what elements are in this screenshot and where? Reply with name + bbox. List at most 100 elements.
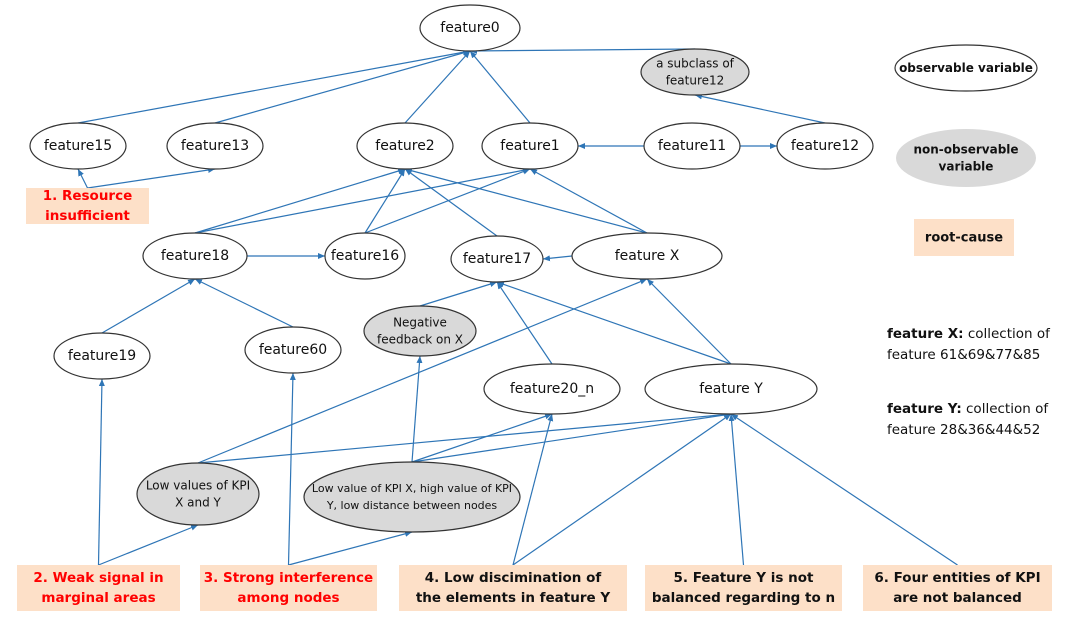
edge-lowhigh-to-feature20n xyxy=(411,413,553,463)
node-featureX[interactable]: feature X xyxy=(571,232,723,280)
edge-featureY-to-feature17 xyxy=(496,281,732,365)
node-feature16[interactable]: feature16 xyxy=(324,232,406,280)
edge-feature2-to-feature0 xyxy=(404,50,471,124)
node-label: Low values of KPI xyxy=(146,479,250,493)
edge-root2-to-lowkpi xyxy=(98,524,199,566)
edge-root2-to-feature19 xyxy=(97,378,105,566)
node-label: feature60 xyxy=(259,342,327,358)
node-label: marginal areas xyxy=(41,590,155,606)
node-feature15[interactable]: feature15 xyxy=(29,122,127,170)
legend: observable variable non-observable variabl… xyxy=(894,44,1038,256)
edge-featureY-to-featureX xyxy=(646,278,732,365)
node-label: non-observable xyxy=(913,143,1018,157)
hidden-ellipse xyxy=(303,461,521,533)
node-label: variable xyxy=(939,160,994,174)
node-label: a subclass of xyxy=(656,57,735,71)
edge-lowhigh-to-featureY xyxy=(411,412,732,463)
node-label: feature13 xyxy=(181,138,249,154)
node-feature60[interactable]: feature60 xyxy=(244,326,342,374)
node-label: Y, low distance between nodes xyxy=(326,499,498,512)
causal-diagram: feature0 a subclass of feature12 feature15 f… xyxy=(0,0,1080,618)
node-label: feature X xyxy=(615,248,680,264)
node-label: X and Y xyxy=(175,496,221,510)
edge-featureX-to-feature2 xyxy=(404,167,648,234)
edge-feature19-to-feature18 xyxy=(101,278,196,334)
node-feature12[interactable]: feature12 xyxy=(776,122,874,170)
node-featureY[interactable]: feature Y xyxy=(644,363,818,415)
node-label: 2. Weak signal in xyxy=(33,570,163,586)
edge-feature60-to-feature18 xyxy=(194,278,294,328)
node-label: feature16 xyxy=(331,248,399,264)
node-root6[interactable]: 6. Four entities of KPI are not balanced xyxy=(863,565,1052,611)
node-label: feature1 xyxy=(500,138,559,154)
edge-root3-to-feature60 xyxy=(287,372,296,566)
edge-featureX-to-feature17 xyxy=(542,255,573,262)
node-label: feedback on X xyxy=(377,333,463,347)
node-label: feature12 xyxy=(666,74,725,88)
node-label: observable variable xyxy=(899,61,1033,75)
node-label: feature15 xyxy=(44,138,112,154)
node-label: Negative xyxy=(393,316,447,330)
node-root5[interactable]: 5. Feature Y is not balanced regarding to… xyxy=(645,565,842,611)
edge-root1-to-feature13 xyxy=(87,167,216,189)
node-feature17[interactable]: feature17 xyxy=(450,235,544,283)
node-label: feature17 xyxy=(463,251,531,267)
edge-feature13-to-feature0 xyxy=(214,50,471,124)
node-label: are not balanced xyxy=(893,590,1022,606)
edge-root5-to-featureY xyxy=(728,413,745,566)
node-label: feature18 xyxy=(161,248,229,264)
node-root3[interactable]: 3. Strong interference among nodes xyxy=(200,565,377,611)
edge-lowkpi-to-featureY xyxy=(197,411,732,464)
node-feature11[interactable]: feature11 xyxy=(643,122,741,170)
edge-root3-to-lowhigh xyxy=(288,530,413,566)
node-label: 3. Strong interference xyxy=(204,570,373,586)
node-root1[interactable]: 1. Resource insufficient xyxy=(26,188,149,224)
node-label: feature11 xyxy=(658,138,726,154)
note-term: feature X: xyxy=(887,326,964,342)
node-label: 1. Resource xyxy=(43,188,133,204)
node-subclass[interactable]: a subclass of feature12 xyxy=(640,48,750,96)
edge-feature17-to-feature2 xyxy=(404,168,498,237)
note-term: feature Y: xyxy=(887,401,962,417)
node-root4[interactable]: 4. Low discimination of the elements in f… xyxy=(399,565,627,611)
node-lowkpi[interactable]: Low values of KPI X and Y xyxy=(136,462,260,526)
node-feature0[interactable]: feature0 xyxy=(419,4,521,52)
edge-subclass-to-feature0 xyxy=(469,47,696,54)
edge-feature1-to-feature0 xyxy=(469,50,531,124)
node-label: balanced regarding to n xyxy=(652,590,835,606)
edge-feature16-to-feature2 xyxy=(364,168,406,234)
node-lowhigh[interactable]: Low value of KPI X, high value of KPI Y, … xyxy=(303,461,521,533)
hidden-ellipse xyxy=(363,305,477,357)
node-label: Low value of KPI X, high value of KPI xyxy=(312,482,512,495)
node-label: insufficient xyxy=(45,208,130,224)
edge-feature18-to-feature2 xyxy=(194,168,406,234)
note-feature-y: feature Y: collection of feature 28&36&4… xyxy=(887,399,1067,441)
node-feature20n[interactable]: feature20_n xyxy=(483,363,621,415)
diagram-canvas: feature0 a subclass of feature12 feature15 f… xyxy=(17,4,1052,611)
node-root2[interactable]: 2. Weak signal in marginal areas xyxy=(17,565,180,611)
edge-root1-to-feature15 xyxy=(77,168,89,189)
node-label: feature12 xyxy=(791,138,859,154)
node-label: 5. Feature Y is not xyxy=(674,570,814,586)
edge-feature16-to-feature1 xyxy=(364,168,531,234)
node-feature1[interactable]: feature1 xyxy=(481,122,579,170)
node-feature19[interactable]: feature19 xyxy=(53,332,151,380)
node-label: feature Y xyxy=(699,381,763,397)
hidden-ellipse xyxy=(136,462,260,526)
edge-featureX-to-feature1 xyxy=(529,168,648,234)
edge-feature20n-to-feature17 xyxy=(496,281,553,365)
node-label: feature0 xyxy=(440,20,499,36)
node-feature13[interactable]: feature13 xyxy=(166,122,264,170)
node-label: among nodes xyxy=(237,590,339,606)
edge-negfb-to-feature17 xyxy=(419,281,498,307)
edge-feature12-to-subclass xyxy=(694,93,826,124)
node-label: feature19 xyxy=(68,348,136,364)
node-negfb[interactable]: Negative feedback on X xyxy=(363,305,477,357)
node-label: the elements in feature Y xyxy=(416,590,611,606)
node-label: feature20_n xyxy=(510,381,594,397)
node-feature18[interactable]: feature18 xyxy=(142,232,248,280)
node-feature2[interactable]: feature2 xyxy=(356,122,454,170)
node-label: 4. Low discimination of xyxy=(425,570,602,586)
node-label: 6. Four entities of KPI xyxy=(874,570,1040,586)
edge-feature15-to-feature0 xyxy=(77,49,471,124)
